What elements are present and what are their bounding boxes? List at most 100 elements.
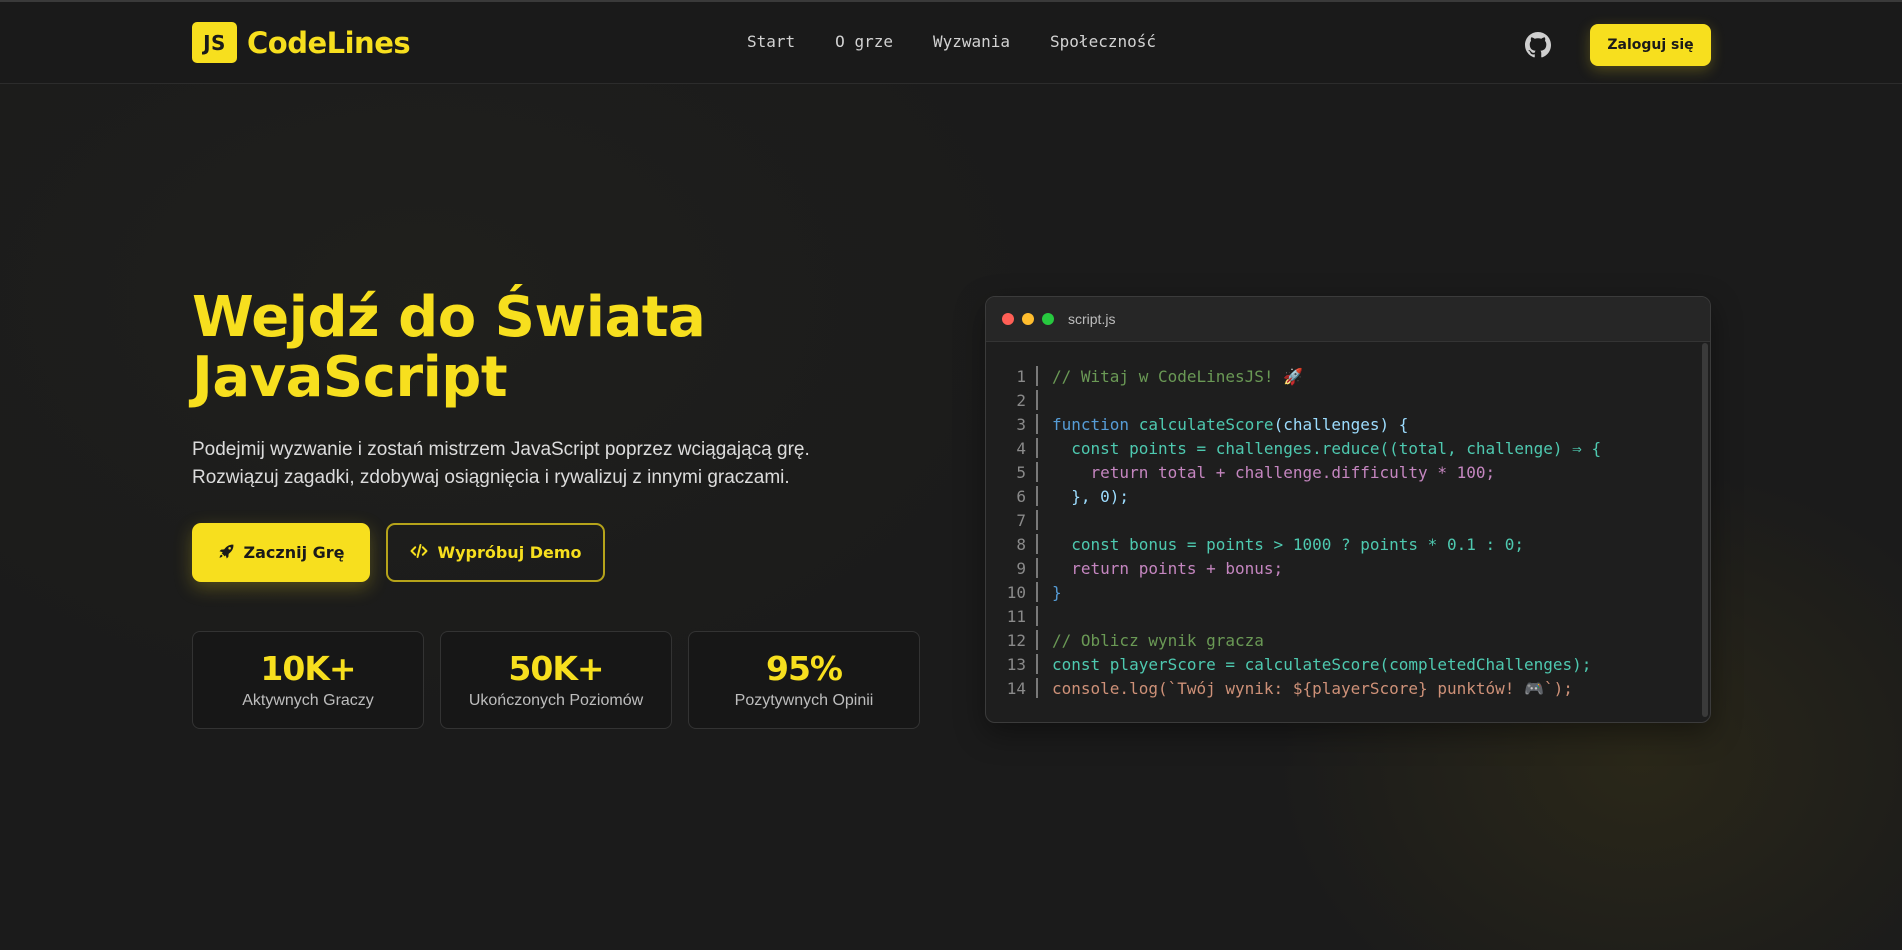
stat-card-reviews: 95% Pozytywnych Opinii [688,631,920,729]
line-number: 10 [1006,582,1026,602]
code-line: 10} [986,580,1710,604]
top-navbar: JS CodeLines Start O grze Wyzwania Społe… [0,0,1902,84]
hero-title: Wejdź do Świata JavaScript [192,288,892,408]
line-gutter-bar [1036,606,1038,626]
logo-text: CodeLines [247,25,411,60]
line-gutter-bar [1036,558,1038,578]
line-gutter-bar [1036,366,1038,386]
rocket-icon [218,542,236,564]
logo-badge: JS [192,22,237,63]
stat-value: 95% [766,649,843,688]
code-token: const playerScore = calculateScore(compl… [1052,654,1592,674]
stat-value: 50K+ [508,649,604,688]
line-gutter-bar [1036,390,1038,410]
code-token: // Witaj w CodeLinesJS! 🚀 [1052,366,1304,386]
line-number: 8 [1016,534,1026,554]
line-number: 11 [1006,606,1026,626]
nav-item-start[interactable]: Start [747,32,795,51]
code-token: return total + challenge.difficulty * 10… [1090,462,1496,482]
line-number: 12 [1006,630,1026,650]
code-filename: script.js [1068,311,1116,327]
start-game-button[interactable]: Zacznij Grę [192,523,370,582]
hero-title-line2: JavaScript [192,345,508,410]
line-gutter-bar [1036,510,1038,530]
line-gutter-bar [1036,534,1038,554]
code-line: 6 }, 0); [986,484,1710,508]
line-gutter-bar [1036,438,1038,458]
nav-item-about[interactable]: O grze [835,32,893,51]
hero-subtitle: Podejmij wyzwanie i zostań mistrzem Java… [192,436,892,492]
login-button[interactable]: Zaloguj się [1590,24,1711,66]
line-number: 7 [1016,510,1026,530]
line-number: 1 [1016,366,1026,386]
line-gutter-bar [1036,678,1038,698]
line-gutter-bar [1036,414,1038,434]
nav-item-community[interactable]: Społeczność [1050,32,1156,51]
window-maximize-dot [1042,313,1054,325]
line-number: 5 [1016,462,1026,482]
stat-card-players: 10K+ Aktywnych Graczy [192,631,424,729]
code-line: 9 return points + bonus; [986,556,1710,580]
code-token: // Oblicz wynik gracza [1052,630,1264,650]
try-demo-button[interactable]: Wypróbuj Demo [386,523,605,582]
code-line: 2 [986,388,1710,412]
line-number: 2 [1016,390,1026,410]
line-number: 9 [1016,558,1026,578]
line-gutter-bar [1036,654,1038,674]
code-token: console.log(`Twój wynik: ${playerScore} … [1052,678,1573,698]
logo[interactable]: JS CodeLines [192,22,411,63]
code-line: 3 function calculateScore (challenges) { [986,412,1710,436]
line-gutter-bar [1036,582,1038,602]
line-number: 3 [1016,414,1026,434]
line-number: 13 [1006,654,1026,674]
code-scrollbar[interactable] [1702,343,1708,717]
start-game-label: Zacznij Grę [243,543,345,562]
nav-item-challenges[interactable]: Wyzwania [933,32,1010,51]
code-editor-window: script.js 1 // Witaj w CodeLinesJS! 🚀 2 3 fu… [985,296,1711,723]
code-line: 5 return total + challenge.difficulty * … [986,460,1710,484]
hero-subtitle-line2: Rozwiązuj zagadki, zdobywaj osiągnięcia … [192,467,790,488]
code-line: 8 const bonus = points > 1000 ? points *… [986,532,1710,556]
window-minimize-dot [1022,313,1034,325]
hero-subtitle-line1: Podejmij wyzwanie i zostań mistrzem Java… [192,439,810,460]
code-line: 13 const playerScore = calculateScore(com… [986,652,1710,676]
line-number: 4 [1016,438,1026,458]
code-token: return points + bonus; [1071,558,1284,578]
line-gutter-bar [1036,630,1038,650]
try-demo-label: Wypróbuj Demo [437,543,582,562]
code-token: } [1052,582,1062,602]
code-token: const bonus = points > 1000 ? points * 0… [1071,534,1525,554]
stat-label: Aktywnych Graczy [242,692,374,709]
stat-label: Ukończonych Poziomów [468,692,644,709]
main-nav: Start O grze Wyzwania Społeczność [747,32,1156,51]
window-close-dot [1002,313,1014,325]
line-gutter-bar [1036,486,1038,506]
code-token: (challenges) { [1273,414,1409,434]
code-token: }, 0); [1071,486,1130,506]
code-line: 12 // Oblicz wynik gracza [986,628,1710,652]
line-number: 14 [1006,678,1026,698]
code-line: 4 const points = challenges.reduce((tota… [986,436,1710,460]
github-icon[interactable] [1525,32,1551,58]
stats-row: 10K+ Aktywnych Graczy 50K+ Ukończonych P… [192,631,920,729]
stat-value: 10K+ [260,649,356,688]
code-body: 1 // Witaj w CodeLinesJS! 🚀 2 3 function cal… [986,342,1710,700]
code-token: calculateScore [1138,414,1274,434]
code-line: 14 console.log(`Twój wynik: ${playerScore… [986,676,1710,700]
stat-card-levels: 50K+ Ukończonych Poziomów [440,631,672,729]
hero-title-line1: Wejdź do Świata [192,285,706,350]
stat-label: Pozytywnych Opinii [734,692,874,709]
line-number: 6 [1016,486,1026,506]
code-line: 1 // Witaj w CodeLinesJS! 🚀 [986,364,1710,388]
code-icon [409,542,429,564]
line-gutter-bar [1036,462,1038,482]
code-token: function [1052,414,1139,434]
code-token: const points = challenges.reduce((total,… [1071,438,1602,458]
code-line: 7 [986,508,1710,532]
code-line: 11 [986,604,1710,628]
